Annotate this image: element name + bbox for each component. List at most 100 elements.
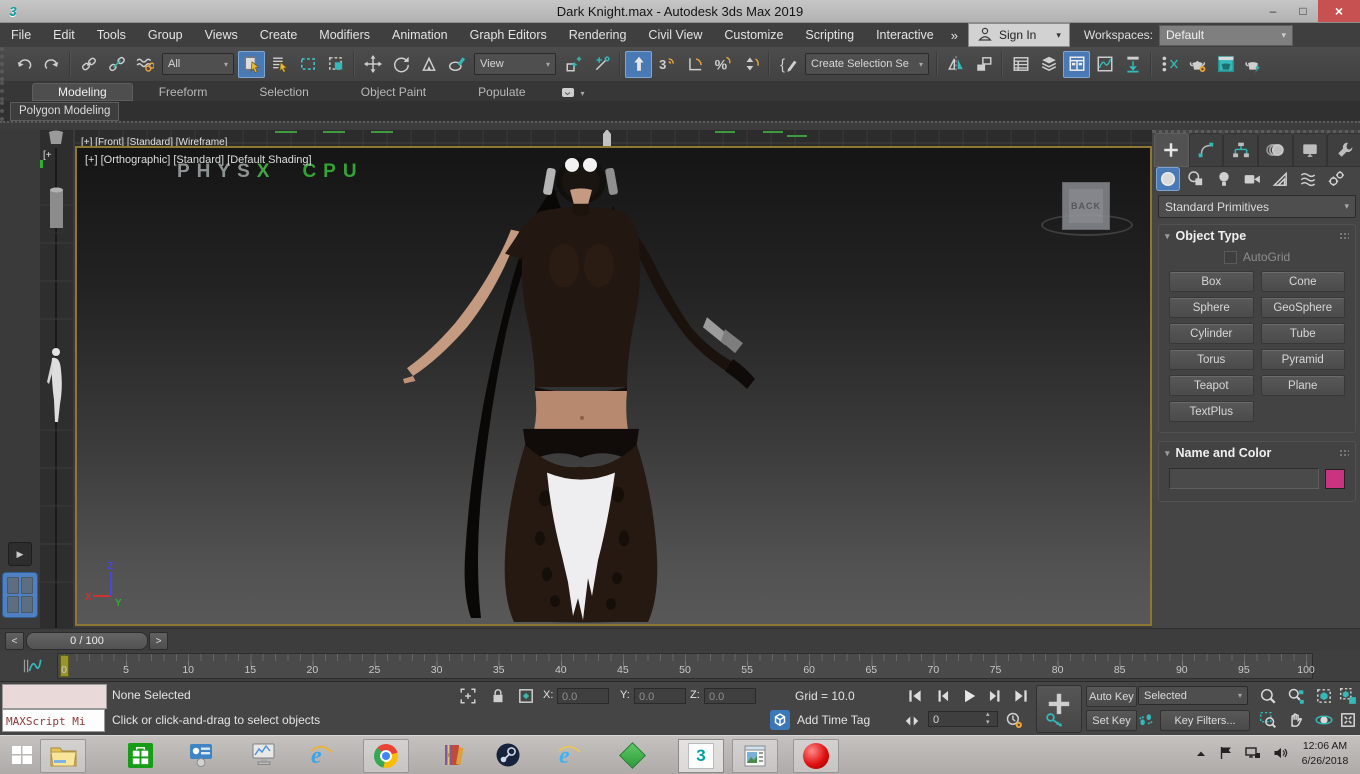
next-frame-playback-button[interactable] [983, 685, 1007, 707]
menu-scripting[interactable]: Scripting [794, 23, 865, 47]
zoom-extents-icon[interactable] [1314, 686, 1334, 706]
rectangular-selection-region-icon[interactable] [294, 51, 321, 78]
y-coordinate-field[interactable]: 0.0 [634, 688, 686, 704]
curve-editor-icon[interactable] [1091, 51, 1118, 78]
create-teapot-button[interactable]: Teapot [1169, 375, 1254, 396]
undo-icon[interactable] [10, 51, 37, 78]
selection-region-fit-icon[interactable] [458, 686, 478, 706]
sims-icon[interactable] [614, 739, 650, 771]
menu-views[interactable]: Views [194, 23, 249, 47]
start-button[interactable] [4, 739, 40, 771]
key-mode-toggle-icon[interactable] [902, 711, 922, 731]
restore-button[interactable]: □ [1288, 0, 1318, 22]
object-type-rollout-header[interactable]: ▾ Object Type [1159, 225, 1355, 247]
spinner-snap-icon[interactable] [737, 51, 764, 78]
workspace-dropdown[interactable]: Default ▾ [1159, 25, 1293, 46]
set-key-mode-icon[interactable] [1136, 710, 1156, 730]
set-keys-button[interactable] [1036, 685, 1082, 733]
bind-to-space-warp-icon[interactable] [131, 51, 158, 78]
panel-tab-modify[interactable] [1189, 133, 1224, 167]
ribbon-tab-selection[interactable]: Selection [233, 83, 334, 101]
menu-modifiers[interactable]: Modifiers [308, 23, 381, 47]
select-and-scale-icon[interactable] [415, 51, 442, 78]
ribbon-tab-object-paint[interactable]: Object Paint [335, 83, 452, 101]
sign-in-button[interactable]: Sign In ▾ [968, 23, 1070, 47]
select-and-link-icon[interactable] [75, 51, 102, 78]
previous-frame-button[interactable]: < [5, 632, 24, 650]
viewport-layout-tab-button[interactable] [2, 572, 38, 618]
next-frame-button[interactable]: > [149, 632, 168, 650]
subtab-space-warps-icon[interactable] [1296, 167, 1320, 191]
schematic-view-icon[interactable] [1119, 51, 1146, 78]
viewport-label[interactable]: [+] [Orthographic] [Standard] [Default S… [85, 154, 312, 166]
select-and-move-icon[interactable] [359, 51, 386, 78]
menu-civil-view[interactable]: Civil View [637, 23, 713, 47]
autogrid-checkbox[interactable] [1224, 251, 1237, 264]
zoom-icon[interactable] [1258, 686, 1278, 706]
auto-key-button[interactable]: Auto Key [1086, 686, 1137, 707]
viewport-orthographic[interactable]: [+] [Orthographic] [Standard] [Default S… [75, 146, 1152, 626]
orbit-icon[interactable] [1314, 710, 1334, 730]
menu-tools[interactable]: Tools [86, 23, 137, 47]
viewcube-back-face[interactable]: BACK [1069, 189, 1103, 223]
key-filters-button[interactable]: Key Filters... [1160, 710, 1250, 731]
time-configuration-icon[interactable] [1004, 710, 1024, 730]
zoom-region-icon[interactable] [1258, 710, 1278, 730]
add-time-tag[interactable]: Add Time Tag [797, 713, 870, 727]
primitive-category-dropdown[interactable]: Standard Primitives▾ [1158, 195, 1356, 218]
previous-frame-playback-button[interactable] [931, 685, 955, 707]
create-cylinder-button[interactable]: Cylinder [1169, 323, 1254, 344]
align-icon[interactable] [970, 51, 997, 78]
object-color-swatch[interactable] [1325, 469, 1345, 489]
absolute-mode-transform-icon[interactable] [516, 686, 536, 706]
use-pivot-point-center-icon[interactable] [560, 51, 587, 78]
viewport-tab-expand-button[interactable]: ▶ [8, 542, 32, 566]
reference-coordinate-system-dropdown[interactable]: View▾ [474, 53, 556, 75]
go-to-start-button[interactable] [903, 685, 927, 707]
select-by-name-icon[interactable] [266, 51, 293, 78]
system-clock[interactable]: 12:06 AM 6/26/2018 [1294, 739, 1356, 769]
mirror-icon[interactable] [942, 51, 969, 78]
performance-monitor-icon[interactable] [246, 739, 282, 771]
angle-snap-icon[interactable] [681, 51, 708, 78]
select-and-place-icon[interactable] [443, 51, 470, 78]
isolate-selection-icon[interactable] [770, 710, 790, 730]
subtab-lights-icon[interactable] [1212, 167, 1236, 191]
frame-spinner-arrows[interactable]: ▴▾ [986, 711, 990, 727]
selection-filter-dropdown[interactable]: All▾ [162, 53, 234, 75]
time-slider-frame-display[interactable]: 0 / 100 [26, 632, 148, 650]
play-animation-button[interactable] [957, 685, 981, 707]
menu-group[interactable]: Group [137, 23, 194, 47]
window-crossing-icon[interactable] [322, 51, 349, 78]
percent-snap-icon[interactable]: % [709, 51, 736, 78]
set-key-button[interactable]: Set Key [1086, 710, 1137, 731]
menu-edit[interactable]: Edit [42, 23, 86, 47]
toggle-layer-explorer-icon[interactable] [1035, 51, 1062, 78]
snaps-toggle-3d-icon[interactable]: 3 [653, 51, 680, 78]
select-and-rotate-icon[interactable] [387, 51, 414, 78]
menu-file[interactable]: File [0, 23, 42, 47]
menu-graph-editors[interactable]: Graph Editors [459, 23, 558, 47]
redo-icon[interactable] [38, 51, 65, 78]
close-button[interactable]: × [1318, 0, 1360, 22]
ribbon-tab-freeform[interactable]: Freeform [133, 83, 234, 101]
pan-view-icon[interactable] [1286, 710, 1306, 730]
subtab-cameras-icon[interactable] [1240, 167, 1264, 191]
subtab-systems-icon[interactable] [1324, 167, 1348, 191]
steam-icon[interactable] [490, 739, 526, 771]
panel-tab-utilities[interactable] [1327, 133, 1360, 167]
ribbon-config-icon[interactable]: ▾ [562, 88, 585, 101]
settings-icon[interactable] [183, 739, 219, 771]
mini-curve-editor-icon[interactable] [22, 656, 42, 676]
render-setup-icon[interactable] [1184, 51, 1211, 78]
create-torus-button[interactable]: Torus [1169, 349, 1254, 370]
create-geosphere-button[interactable]: GeoSphere [1261, 297, 1346, 318]
internet-explorer-2-icon[interactable]: e [551, 739, 587, 771]
create-textplus-button[interactable]: TextPlus [1169, 401, 1254, 422]
name-and-color-rollout-header[interactable]: ▾ Name and Color [1159, 442, 1355, 464]
menu-rendering[interactable]: Rendering [558, 23, 638, 47]
panel-tab-motion[interactable] [1258, 133, 1293, 167]
ribbon-drag-handle[interactable] [0, 121, 1360, 130]
named-selection-set-dropdown[interactable]: Create Selection Se▾ [805, 53, 929, 75]
layer-explorer-icon[interactable] [1007, 51, 1034, 78]
